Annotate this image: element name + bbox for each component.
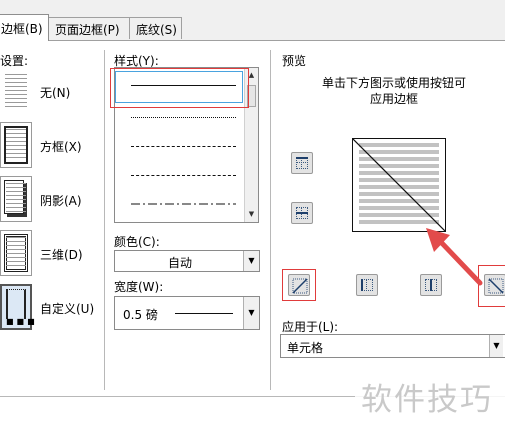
apply-to-label: 应用于(L): [282,320,339,334]
preview-heading: 预览 [282,54,307,68]
width-label: 宽度(W): [114,280,164,294]
apply-to-dropdown[interactable]: 单元格 ▼ [280,334,505,358]
setting-shadow-label[interactable]: 阴影(A) [40,192,82,209]
tab-shading-label: 底纹(S) [136,23,177,37]
tab-bar: 边框(B) 页面边框(P) 底纹(S) [0,0,505,41]
border-custom-icon[interactable]: ■■■ [0,284,35,330]
setting-none-label[interactable]: 无(N) [40,84,70,101]
color-dropdown[interactable]: 自动 ▼ [114,250,260,272]
width-sample-line [175,313,233,314]
tab-page-border[interactable]: 页面边框(P) [48,17,130,39]
setting-box-label[interactable]: 方框(X) [40,138,82,155]
watermark-text: 软件技巧 [355,360,505,428]
width-value: 0.5 磅 [123,308,158,322]
chevron-down-icon[interactable]: ▼ [243,297,259,329]
scroll-down-icon[interactable]: ▼ [245,208,258,221]
separator-left [104,50,105,390]
tab-borders-label: 边框(B) [1,22,43,36]
left-border-button[interactable] [356,274,378,296]
border-shadow-icon[interactable] [0,176,32,222]
setting-3d-label[interactable]: 三维(D) [40,246,83,263]
color-label: 颜色(C): [114,235,160,249]
style-dotted-line[interactable] [131,117,236,118]
preview-diagram[interactable] [352,138,446,232]
border-3d-icon[interactable] [0,230,32,276]
preview-instruction-2: 应用边框 [369,92,418,106]
setting-custom-label[interactable]: 自定义(U) [40,300,94,317]
style-selected-item[interactable] [115,71,243,103]
separator-right [270,50,271,390]
top-border-button[interactable] [291,152,313,174]
color-value: 自动 [167,256,192,270]
inside-horizontal-border-button[interactable] [291,202,313,224]
diagonal-up-border-button[interactable] [288,274,310,296]
chevron-down-icon[interactable]: ▼ [243,251,259,271]
border-none-icon[interactable] [0,68,32,114]
style-dashed-line[interactable] [131,146,236,147]
preview-diagonal-line [353,139,445,231]
preview-instruction-1: 单击下方图示或使用按钮可 [321,76,466,90]
border-box-icon[interactable] [0,122,32,168]
tab-borders[interactable]: 边框(B) [0,14,49,41]
apply-to-value: 单元格 [287,341,324,355]
annotation-arrow [426,228,483,286]
tab-page-border-label: 页面边框(P) [55,23,120,37]
style-long-dashed-line[interactable] [131,175,236,176]
width-dropdown[interactable]: 0.5 磅 ▼ [114,296,260,330]
chevron-down-icon[interactable]: ▼ [489,335,503,357]
settings-heading: 设置: [0,54,29,68]
tab-shading[interactable]: 底纹(S) [129,17,182,39]
